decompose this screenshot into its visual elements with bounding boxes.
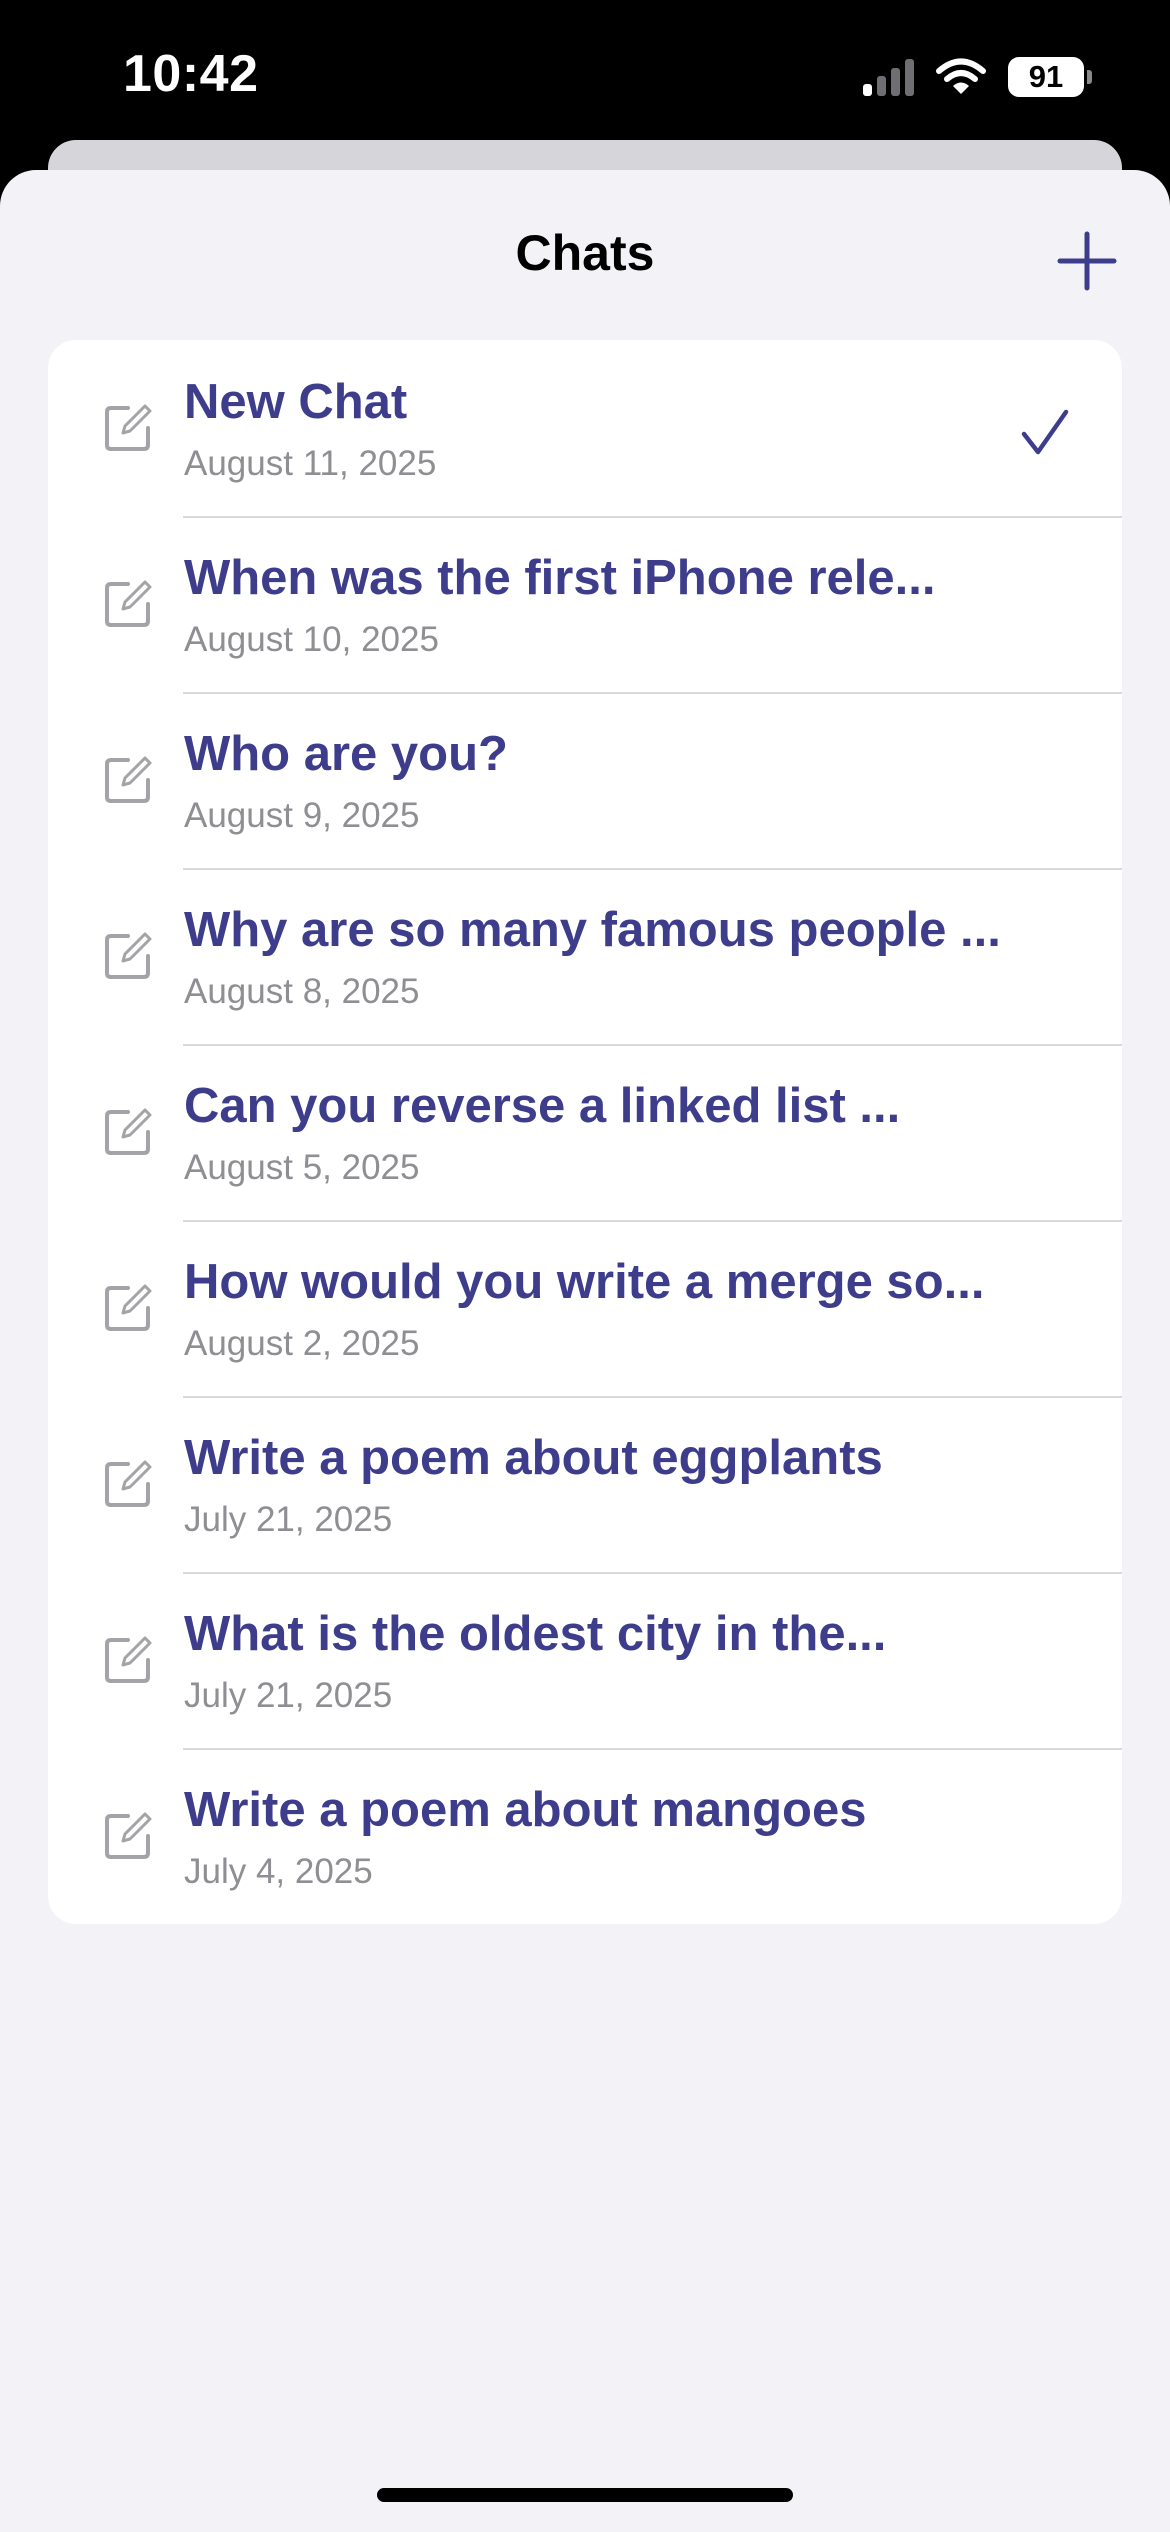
status-icons: 91 [863, 52, 1092, 102]
compose-icon [102, 930, 154, 982]
chat-list: New Chat August 11, 2025 When was the firs… [48, 340, 1122, 1924]
chat-row[interactable]: What is the oldest city in the... July 21… [48, 1572, 1122, 1748]
compose-icon [102, 578, 154, 630]
compose-icon [102, 1810, 154, 1862]
chat-row[interactable]: Who are you? August 9, 2025 [48, 692, 1122, 868]
chat-title: What is the oldest city in the... [184, 1607, 887, 1661]
chat-title: Write a poem about eggplants [184, 1431, 883, 1485]
status-time: 10:42 [123, 45, 259, 103]
cellular-signal-icon [863, 58, 914, 96]
chat-date: July 4, 2025 [184, 1852, 373, 1891]
battery-level: 91 [1008, 57, 1084, 97]
chat-title: Why are so many famous people ... [184, 903, 1001, 957]
chat-title: Can you reverse a linked list ... [184, 1079, 901, 1133]
chat-date: August 9, 2025 [184, 796, 420, 835]
chat-date: July 21, 2025 [184, 1500, 393, 1539]
home-indicator [377, 2488, 793, 2502]
chats-sheet: Chats New Chat August 11, 2025 When was th… [0, 170, 1170, 2532]
chat-date: July 21, 2025 [184, 1676, 393, 1715]
compose-icon [102, 1106, 154, 1158]
plus-icon [1057, 231, 1117, 291]
sheet-title: Chats [515, 225, 655, 281]
chat-title: When was the first iPhone rele... [184, 551, 936, 605]
chat-row[interactable]: Why are so many famous people ... August … [48, 868, 1122, 1044]
compose-icon [102, 1634, 154, 1686]
checkmark-icon [1018, 406, 1072, 460]
chat-title: Who are you? [184, 727, 508, 781]
chat-row[interactable]: Write a poem about mangoes July 4, 2025 [48, 1748, 1122, 1924]
chat-date: August 2, 2025 [184, 1324, 420, 1363]
chat-date: August 5, 2025 [184, 1148, 420, 1187]
battery-icon: 91 [1008, 57, 1092, 97]
new-chat-button[interactable] [1050, 224, 1124, 298]
compose-icon [102, 1282, 154, 1334]
chat-date: August 11, 2025 [184, 444, 437, 483]
chat-row[interactable]: Can you reverse a linked list ... August … [48, 1044, 1122, 1220]
chat-date: August 10, 2025 [184, 620, 439, 659]
chat-title: How would you write a merge so... [184, 1255, 985, 1309]
chat-row[interactable]: New Chat August 11, 2025 [48, 340, 1122, 516]
chat-title: Write a poem about mangoes [184, 1783, 867, 1837]
chat-title: New Chat [184, 375, 408, 429]
compose-icon [102, 1458, 154, 1510]
chat-row[interactable]: When was the first iPhone rele... August … [48, 516, 1122, 692]
compose-icon [102, 402, 154, 454]
compose-icon [102, 754, 154, 806]
status-bar: 10:42 91 [0, 0, 1170, 150]
chat-row[interactable]: Write a poem about eggplants July 21, 202… [48, 1396, 1122, 1572]
wifi-icon [936, 58, 986, 94]
chat-row[interactable]: How would you write a merge so... August … [48, 1220, 1122, 1396]
chat-date: August 8, 2025 [184, 972, 420, 1011]
